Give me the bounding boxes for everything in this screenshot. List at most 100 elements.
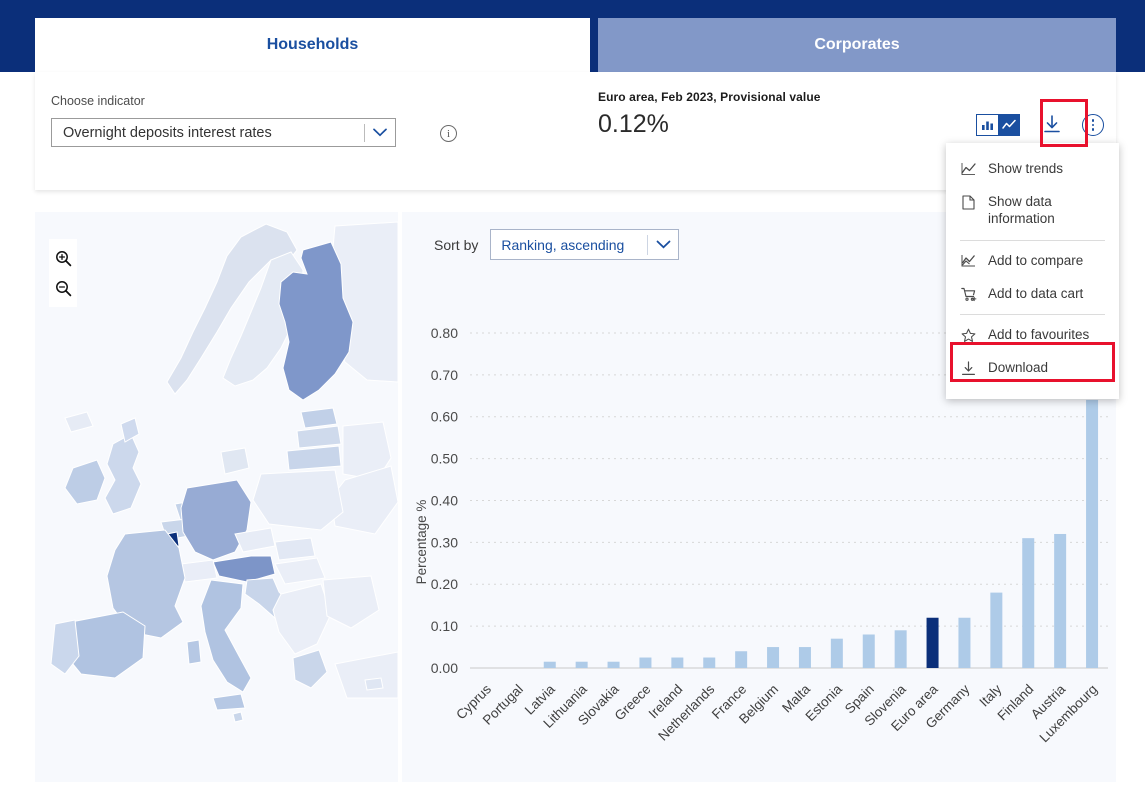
tab-corporates-label: Corporates	[814, 36, 899, 54]
y-tick-label: 0.10	[431, 618, 458, 634]
bar-greece[interactable]	[639, 658, 651, 668]
kebab-dot	[1092, 124, 1095, 127]
map-country-turkey	[335, 652, 398, 698]
bar-estonia[interactable]	[831, 639, 843, 668]
map-country-poland	[253, 470, 343, 530]
menu-item-download[interactable]: Download	[946, 352, 1119, 385]
map-country-slovakia	[275, 538, 315, 560]
y-tick-label: 0.00	[431, 660, 458, 676]
view-toolbar	[976, 108, 1104, 142]
menu-item-add-to-favourites[interactable]: Add to favourites	[946, 319, 1119, 352]
line-chart-icon	[960, 161, 977, 176]
map-country-latvia	[297, 426, 341, 448]
context-menu: Show trends Show data information Add to c…	[946, 143, 1119, 399]
choose-indicator-label: Choose indicator	[51, 94, 145, 108]
menu-item-label: Add to compare	[988, 253, 1083, 270]
chevron-down-icon	[365, 128, 395, 137]
bar-euro-area[interactable]	[927, 618, 939, 668]
menu-item-label: Add to data cart	[988, 286, 1083, 303]
map-zoom-controls	[49, 239, 77, 307]
menu-item-label: Download	[988, 360, 1048, 377]
x-tick-label: Estonia	[803, 681, 846, 724]
y-tick-label: 0.70	[431, 367, 458, 383]
zoom-in-icon[interactable]	[49, 243, 77, 273]
menu-item-label: Show data information	[988, 194, 1093, 228]
map-country-denmark	[221, 448, 249, 474]
chart-y-axis-label: Percentage %	[414, 500, 429, 585]
menu-item-show-data-information[interactable]: Show data information	[946, 186, 1119, 236]
chart-y-tick-labels: 0.00 0.10 0.20 0.30 0.40 0.50 0.60 0.70 0.80	[431, 325, 458, 676]
bar-finland[interactable]	[1022, 538, 1034, 668]
info-icon-glyph: i	[447, 128, 450, 140]
tab-corporates[interactable]: Corporates	[598, 18, 1116, 72]
map-country-estonia	[301, 408, 337, 428]
indicator-select[interactable]: Overnight deposits interest rates	[51, 118, 396, 147]
bar-italy[interactable]	[990, 593, 1002, 668]
kebab-dot	[1092, 119, 1095, 122]
bar-netherlands[interactable]	[703, 658, 715, 668]
menu-item-label: Add to favourites	[988, 327, 1089, 344]
menu-item-add-to-compare[interactable]: Add to compare	[946, 245, 1119, 278]
bar-belgium[interactable]	[767, 647, 779, 668]
menu-item-add-to-data-cart[interactable]: Add to data cart	[946, 278, 1119, 311]
map-panel[interactable]	[35, 212, 398, 782]
tab-households-label: Households	[267, 36, 359, 54]
y-tick-label: 0.60	[431, 409, 458, 425]
tab-households[interactable]: Households	[35, 18, 590, 72]
bar-slovenia[interactable]	[895, 630, 907, 668]
map-country-balkans	[273, 584, 331, 654]
europe-choropleth-map[interactable]	[35, 212, 398, 782]
bar-luxembourg[interactable]	[1086, 400, 1098, 668]
map-country-sicily	[213, 694, 245, 710]
chart-bars	[544, 400, 1098, 668]
map-country-romania-bulgaria	[323, 576, 379, 628]
map-country-uk	[105, 434, 141, 514]
chart-x-tick-labels: CyprusPortugalLatviaLithuaniaSlovakiaGre…	[453, 681, 1100, 745]
map-country-germany	[181, 480, 251, 560]
map-country-greece	[293, 650, 327, 688]
x-tick-label: Finland	[994, 682, 1036, 724]
bar-germany[interactable]	[958, 618, 970, 668]
zoom-out-icon[interactable]	[49, 273, 77, 303]
map-country-cyprus	[365, 678, 383, 690]
bar-malta[interactable]	[799, 647, 811, 668]
bar-slovakia[interactable]	[608, 662, 620, 668]
x-tick-label: Italy	[976, 681, 1004, 709]
map-country-switzerland	[181, 560, 217, 582]
y-tick-label: 0.30	[431, 534, 458, 550]
map-country-sardinia	[187, 640, 201, 664]
y-tick-label: 0.50	[431, 451, 458, 467]
x-tick-label: Greece	[612, 682, 654, 724]
info-icon[interactable]: i	[440, 125, 457, 142]
bar-spain[interactable]	[863, 634, 875, 668]
y-tick-label: 0.80	[431, 325, 458, 341]
page-root: Households Corporates Choose indicator O…	[0, 0, 1145, 804]
map-country-iceland-bit	[65, 412, 93, 432]
menu-item-label: Show trends	[988, 161, 1063, 178]
map-country-lithuania	[287, 446, 341, 470]
star-icon	[960, 327, 977, 343]
download-icon	[960, 360, 977, 377]
menu-separator	[960, 314, 1105, 315]
kebab-dot	[1092, 128, 1095, 131]
menu-item-show-trends[interactable]: Show trends	[946, 153, 1119, 186]
bar-lithuania[interactable]	[576, 662, 588, 668]
download-button[interactable]	[1030, 108, 1074, 142]
y-tick-label: 0.20	[431, 576, 458, 592]
compare-chart-icon	[960, 253, 977, 268]
map-country-uk-scotland	[121, 418, 139, 442]
tab-bar: Households Corporates	[0, 0, 1145, 72]
menu-separator	[960, 240, 1105, 241]
map-country-italy	[201, 580, 251, 692]
y-tick-label: 0.40	[431, 492, 458, 508]
bar-latvia[interactable]	[544, 662, 556, 668]
header-meta: Euro area, Feb 2023, Provisional value	[598, 90, 821, 104]
bar-chart-icon[interactable]	[977, 115, 998, 135]
bar-ireland[interactable]	[671, 658, 683, 668]
bar-france[interactable]	[735, 651, 747, 668]
more-options-button[interactable]	[1082, 114, 1104, 136]
bar-austria[interactable]	[1054, 534, 1066, 668]
line-chart-icon[interactable]	[998, 115, 1019, 135]
cart-plus-icon	[960, 286, 977, 302]
map-country-malta	[233, 712, 243, 722]
